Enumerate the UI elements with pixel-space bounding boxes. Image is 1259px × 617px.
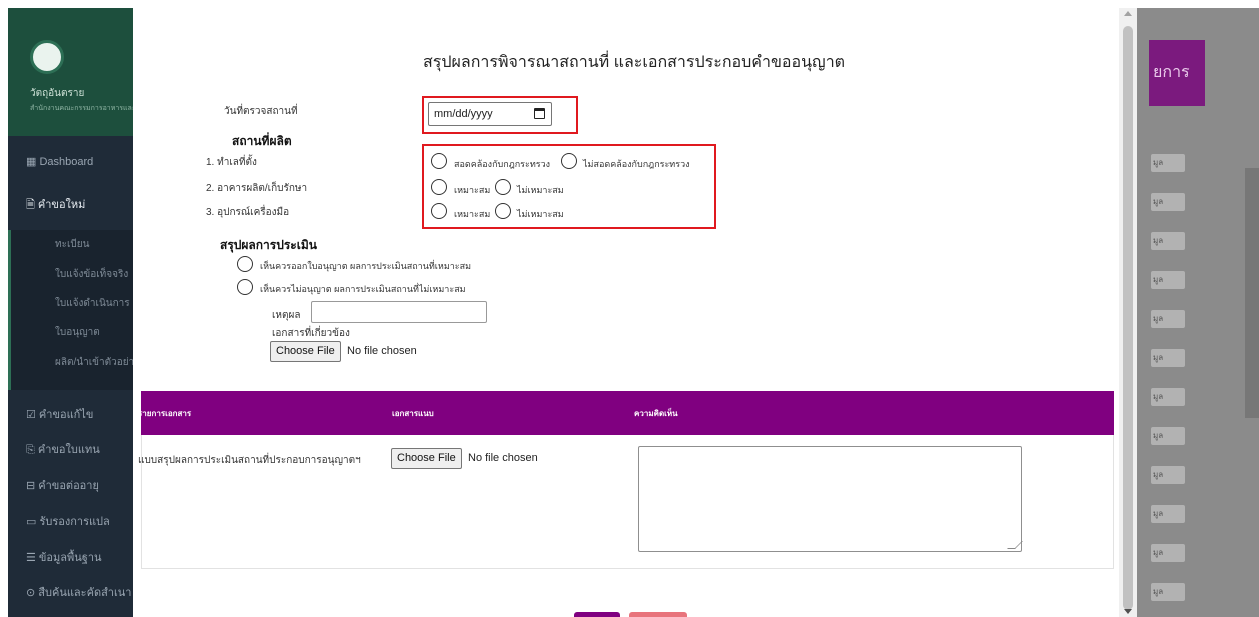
sidebar-item-replacement[interactable]: ⎘ คำขอใบแทน xyxy=(26,440,150,458)
attachment-file-status: No file chosen xyxy=(468,452,538,464)
brand-subtitle: สำนักงานคณะกรรมการอาหารและยา xyxy=(30,105,144,112)
sidebar-item-translation[interactable]: ▭ รับรองการแปล xyxy=(26,512,150,530)
approve-radio[interactable] xyxy=(237,256,253,272)
save-button[interactable] xyxy=(574,612,620,617)
background-data-button[interactable]: มูล xyxy=(1151,466,1185,484)
building-suitable-radio[interactable] xyxy=(431,179,447,195)
equipment-unsuitable-label: ไม่เหมาะสม xyxy=(517,209,564,219)
brand-name: วัตถุอันตราย xyxy=(30,88,85,99)
criterion-building-label: 2. อาคารผลิต/เก็บรักษา xyxy=(206,183,308,194)
location-noncompliant-radio[interactable] xyxy=(561,153,577,169)
background-sidebar: วัตถุอันตราย สำนักงานคณะกรรมการอาหารและย… xyxy=(8,8,150,617)
background-scrollbar[interactable] xyxy=(1245,168,1259,418)
resize-grip-icon[interactable] xyxy=(1007,541,1023,549)
scroll-down-icon[interactable] xyxy=(1124,609,1132,614)
background-data-button[interactable]: มูล xyxy=(1151,154,1185,172)
sidebar-item-edit-request[interactable]: ☑ คำขอแก้ไข xyxy=(26,405,150,423)
reason-label: เหตุผล xyxy=(272,310,301,321)
equipment-suitable-label: เหมาะสม xyxy=(454,209,491,219)
location-compliant-label: สอดคล้องกับกฎกระทรวง xyxy=(454,159,551,169)
building-unsuitable-radio[interactable] xyxy=(495,179,511,195)
equipment-unsuitable-radio[interactable] xyxy=(495,203,511,219)
background-data-button[interactable]: มูล xyxy=(1151,232,1185,250)
attachment-choose-file-button[interactable]: Choose File xyxy=(391,448,462,469)
reject-label: เห็นควรไม่อนุญาต ผลการประเมินสถานที่ไม่เ… xyxy=(260,284,466,294)
background-data-button[interactable]: มูล xyxy=(1151,193,1185,211)
summary-heading: สรุปผลการประเมิน xyxy=(220,238,317,252)
column-header-comment: ความคิดเห็น xyxy=(634,409,678,418)
location-noncompliant-label: ไม่สอดคล้องกับกฎกระทรวง xyxy=(583,159,690,169)
background-data-button[interactable]: มูล xyxy=(1151,544,1185,562)
reason-input[interactable] xyxy=(311,301,487,323)
scrollbar-thumb[interactable] xyxy=(1123,26,1133,610)
sidebar-brand: วัตถุอันตราย สำนักงานคณะกรรมการอาหารและย… xyxy=(8,8,150,136)
comment-textarea[interactable] xyxy=(638,446,1023,552)
location-compliant-radio[interactable] xyxy=(431,153,447,169)
building-unsuitable-label: ไม่เหมาะสม xyxy=(517,185,564,195)
sidebar-item-new-request[interactable]: 🗎 คำขอใหม่ xyxy=(26,195,150,215)
background-list-button[interactable]: ยการ xyxy=(1149,40,1205,106)
calendar-icon[interactable] xyxy=(534,108,545,119)
document-name-cell: แบบสรุปผลการประเมินสถานที่ประกอบการอนุญา… xyxy=(138,455,361,466)
background-data-button[interactable]: มูล xyxy=(1151,505,1185,523)
criterion-equipment-label: 3. อุปกรณ์เครื่องมือ xyxy=(206,207,290,218)
column-header-attachment: เอกสารแนบ xyxy=(392,409,434,418)
scroll-up-icon[interactable] xyxy=(1124,11,1132,16)
sidebar-item-dashboard[interactable]: ▦ Dashboard xyxy=(26,155,150,168)
cancel-button[interactable] xyxy=(629,612,687,617)
approve-label: เห็นควรออกใบอนุญาต ผลการประเมินสถานที่เห… xyxy=(260,261,472,271)
inspection-summary-modal: สรุปผลการพิจารณาสถานที่ และเอกสารประกอบค… xyxy=(133,8,1119,617)
sidebar-submenu: ทะเบียน ใบแจ้งข้อเท็จจริง ใบแจ้งดำเนินกา… xyxy=(8,230,150,390)
modal-scrollbar[interactable] xyxy=(1119,8,1137,617)
logo-icon xyxy=(30,40,64,74)
reject-radio[interactable] xyxy=(237,279,253,295)
column-header-document: รายการเอกสาร xyxy=(138,409,192,418)
building-suitable-label: เหมาะสม xyxy=(454,185,491,195)
related-docs-choose-file-button[interactable]: Choose File xyxy=(270,341,341,362)
sidebar-item-master-data[interactable]: ☰ ข้อมูลพื้นฐาน xyxy=(26,548,150,566)
background-data-button[interactable]: มูล xyxy=(1151,349,1185,367)
background-data-button[interactable]: มูล xyxy=(1151,427,1185,445)
modal-title: สรุปผลการพิจารณาสถานที่ และเอกสารประกอบค… xyxy=(423,54,846,71)
background-data-button[interactable]: มูล xyxy=(1151,388,1185,406)
related-docs-label: เอกสารที่เกี่ยวข้อง xyxy=(272,328,350,339)
equipment-suitable-radio[interactable] xyxy=(431,203,447,219)
related-docs-file-status: No file chosen xyxy=(347,345,417,357)
background-data-button[interactable]: มูล xyxy=(1151,310,1185,328)
top-frame xyxy=(0,0,1259,8)
table-row: แบบสรุปผลการประเมินสถานที่ประกอบการอนุญา… xyxy=(138,435,1114,569)
sidebar-item-renewal[interactable]: ⊟ คำขอต่ออายุ xyxy=(26,476,150,494)
inspection-date-input[interactable]: mm/dd/yyyy xyxy=(428,102,552,126)
background-data-button[interactable]: มูล xyxy=(1151,583,1185,601)
background-content: ยการ มูล มูล มูล มูล มูล มูล มูล มูล มูล… xyxy=(1137,8,1259,617)
production-heading: สถานที่ผลิต xyxy=(232,134,292,148)
criterion-location-label: 1. ทำเลที่ตั้ง xyxy=(206,157,257,168)
date-placeholder: mm/dd/yyyy xyxy=(434,108,493,120)
inspection-date-label: วันที่ตรวจสถานที่ xyxy=(224,106,298,117)
sidebar-item-search[interactable]: ⊙ สืบค้นและคัดสำเนา xyxy=(26,583,150,601)
documents-table-header: รายการเอกสาร เอกสารแนบ ความคิดเห็น xyxy=(138,391,1114,435)
background-data-button[interactable]: มูล xyxy=(1151,271,1185,289)
